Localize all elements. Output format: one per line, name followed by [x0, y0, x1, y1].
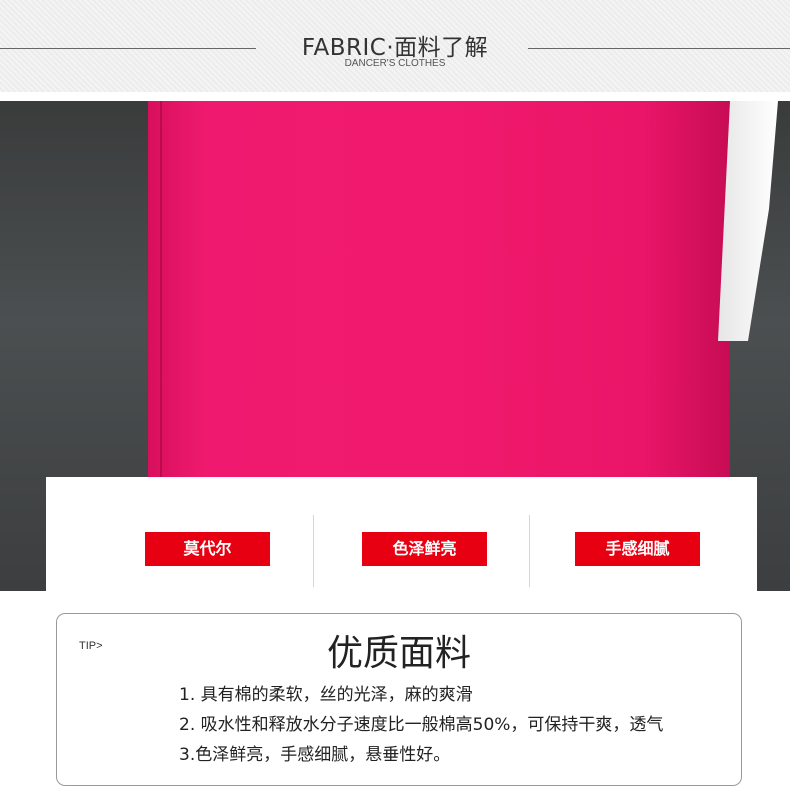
- section-title: FABRIC·面料了解: [301, 35, 489, 61]
- feature-badge-bright-color: 色泽鲜亮: [362, 532, 487, 566]
- feature-divider: [529, 515, 530, 587]
- section-subtitle: DANCER'S CLOTHES: [344, 58, 446, 69]
- pink-fabric-garment: [148, 101, 730, 477]
- feature-panel: 莫代尔 色泽鲜亮 手感细腻: [46, 477, 757, 591]
- feature-badge-soft-touch: 手感细腻: [575, 532, 700, 566]
- tip-list-item: 2. 吸水性和释放水分子速度比一般棉高50%，可保持干爽，透气: [179, 715, 664, 735]
- tip-box: TIP> 优质面料 1. 具有棉的柔软，丝的光泽，麻的爽滑 2. 吸水性和释放水…: [56, 613, 742, 786]
- tip-list: 1. 具有棉的柔软，丝的光泽，麻的爽滑 2. 吸水性和释放水分子速度比一般棉高5…: [179, 680, 663, 770]
- header-divider-right: [528, 48, 790, 49]
- garment-seam: [160, 101, 162, 477]
- tip-list-item: 1. 具有棉的柔软，丝的光泽，麻的爽滑: [179, 685, 473, 705]
- section-header: FABRIC·面料了解 DANCER'S CLOTHES: [0, 0, 790, 92]
- tip-list-item: 3.色泽鲜亮，手感细腻，悬垂性好。: [179, 745, 451, 765]
- feature-divider: [313, 515, 314, 587]
- feature-badge-modal: 莫代尔: [145, 532, 270, 566]
- tip-title: 优质面料: [326, 633, 471, 674]
